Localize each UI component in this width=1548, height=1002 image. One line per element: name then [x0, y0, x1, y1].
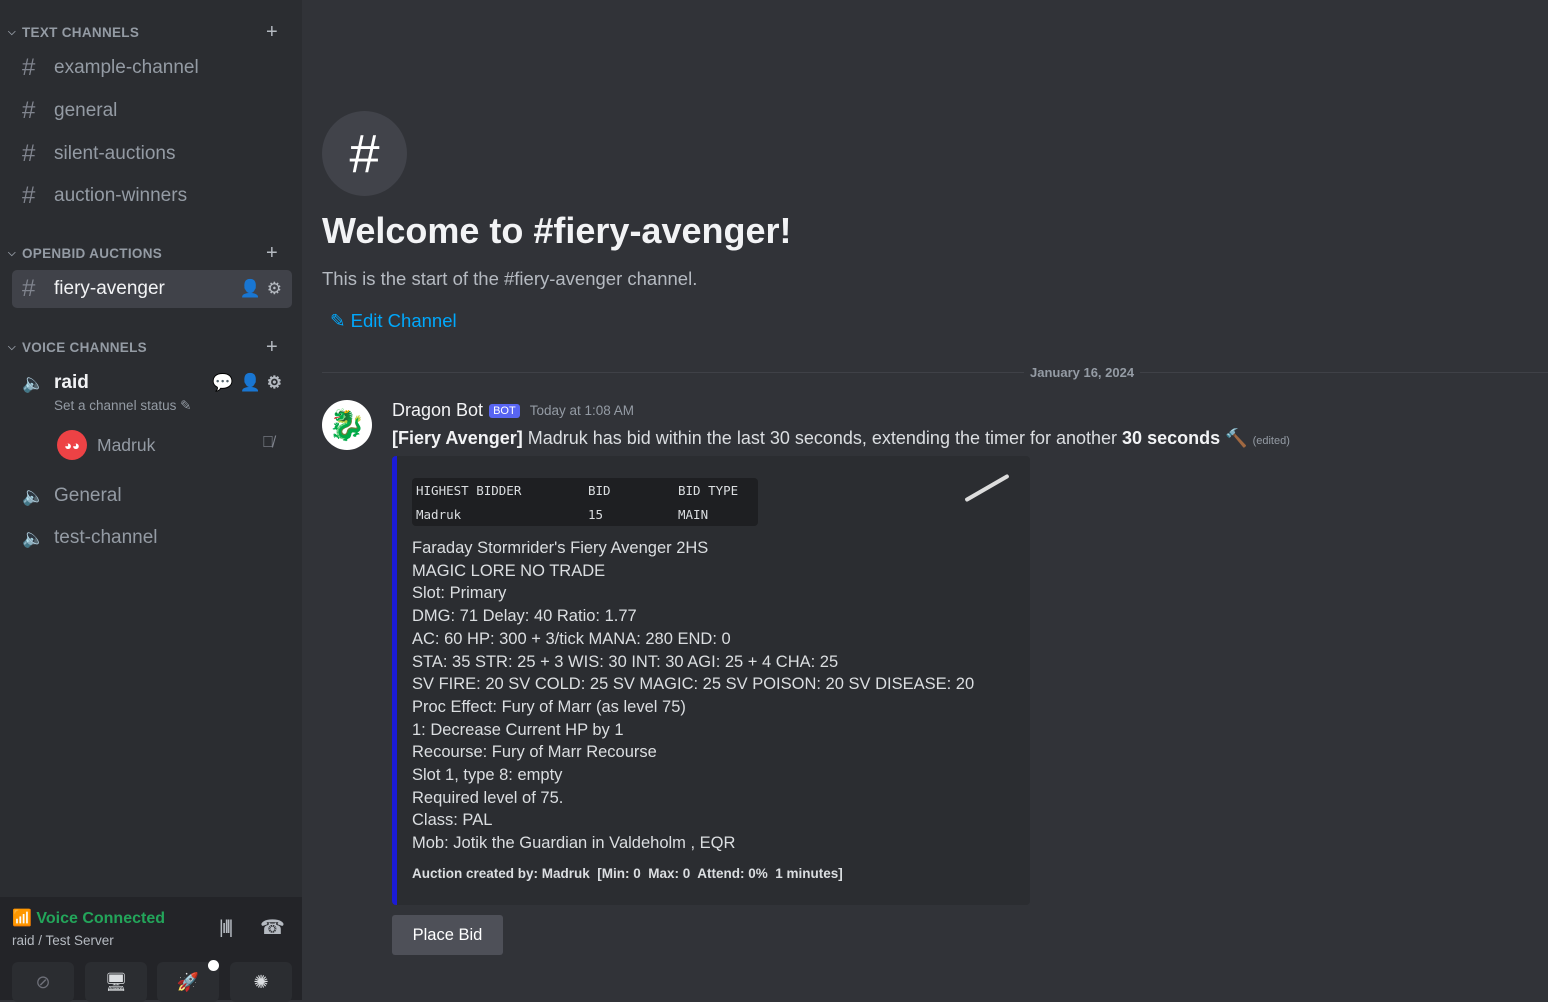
welcome-title: Welcome to #fiery-avenger!	[322, 210, 792, 251]
channel-fiery-avenger[interactable]: # fiery-avenger 👤 ⚙	[12, 270, 292, 308]
embed-footer: Auction created by: Madruk [Min: 0 Max: …	[412, 866, 843, 881]
voice-channel-test[interactable]: 🔈 test-channel	[12, 519, 292, 557]
channel-auction-winners[interactable]: # auction-winners	[12, 177, 292, 215]
hash-icon: #	[22, 182, 36, 209]
speaker-icon: 🔈	[22, 527, 45, 548]
item-line: Mob: Jotik the Guardian in Valdeholm , E…	[412, 834, 736, 853]
chat-icon[interactable]: 💬	[212, 373, 233, 393]
gear-icon[interactable]: ⚙	[267, 373, 282, 393]
table-cell: MAIN	[678, 506, 709, 522]
pencil-icon: ✎	[180, 398, 192, 413]
chevron-down-icon: ⌵	[8, 341, 16, 353]
channel-example-channel[interactable]: # example-channel	[12, 49, 292, 87]
author-name[interactable]: Dragon Bot	[392, 400, 483, 421]
notification-dot	[208, 960, 219, 971]
bot-avatar[interactable]: 🐉	[322, 400, 372, 450]
invite-icon[interactable]: 👤	[240, 373, 261, 393]
sword-thumbnail[interactable]	[964, 473, 1010, 503]
item-line: 1: Decrease Current HP by 1	[412, 720, 624, 739]
screen-share-button[interactable]: 🖥	[85, 962, 147, 1002]
chevron-down-icon: ⌵	[8, 26, 16, 38]
edit-channel-link[interactable]: ✎ Edit Channel	[330, 310, 457, 332]
category-openbid[interactable]: ⌵ OPENBID AUCTIONS +	[8, 242, 292, 265]
timestamp: Today at 1:08 AM	[529, 403, 635, 418]
voice-channel-general[interactable]: 🔈 General	[12, 477, 292, 515]
chevron-down-icon: ⌵	[8, 247, 16, 259]
item-line: Slot: Primary	[412, 584, 507, 603]
item-line: AC: 60 HP: 300 + 3/tick MANA: 280 END: 0	[412, 629, 731, 648]
date-label: January 16, 2024	[1024, 365, 1141, 380]
pencil-icon: ✎	[330, 310, 346, 331]
disconnect-icon[interactable]: ☎	[260, 915, 285, 940]
channel-general[interactable]: # general	[12, 92, 292, 130]
mic-muted-icon: 🎙̸	[262, 434, 274, 451]
hash-icon: #	[22, 97, 36, 124]
channel-silent-auctions[interactable]: # silent-auctions	[12, 135, 292, 173]
item-line: Recourse: Fury of Marr Recourse	[412, 743, 657, 762]
item-line: Slot 1, type 8: empty	[412, 766, 563, 785]
channel-hash-icon: #	[322, 111, 407, 196]
noise-suppression-icon[interactable]: |ıll|	[219, 917, 233, 938]
item-line: Required level of 75.	[412, 788, 564, 807]
table-header: HIGHEST BIDDER	[416, 482, 522, 498]
table-header: BID TYPE	[678, 482, 739, 498]
speaker-icon: 🔈	[22, 372, 45, 393]
item-line: Proc Effect: Fury of Marr (as level 75)	[412, 697, 686, 716]
bid-table: HIGHEST BIDDER BID BID TYPE Madruk 15 MAIN	[412, 478, 758, 526]
camera-off-button[interactable]: ⊘	[12, 962, 74, 1002]
message-prefix: [Fiery Avenger]	[392, 428, 523, 448]
gavel-icon: 🔨	[1225, 428, 1248, 448]
voice-location[interactable]: raid / Test Server	[12, 933, 114, 948]
voice-channel-raid[interactable]: 🔈 raid 💬 👤 ⚙	[12, 364, 292, 402]
category-voice[interactable]: ⌵ VOICE CHANNELS +	[8, 336, 292, 359]
item-line: DMG: 71 Delay: 40 Ratio: 1.77	[412, 607, 637, 626]
channel-status[interactable]: Set a channel status ✎	[54, 398, 191, 414]
bot-badge: BOT	[489, 403, 520, 418]
welcome-subtitle: This is the start of the #fiery-avenger …	[322, 268, 698, 289]
voice-member-madruk[interactable]: ◕◕ Madruk	[57, 430, 155, 460]
speaker-icon: 🔈	[22, 485, 45, 506]
table-cell: Madruk	[416, 506, 462, 522]
place-bid-button[interactable]: Place Bid	[392, 915, 503, 955]
table-cell: 15	[588, 506, 604, 522]
hash-icon: #	[22, 54, 36, 81]
item-line: Faraday Stormrider's Fiery Avenger 2HS	[412, 539, 709, 557]
add-channel-icon[interactable]: +	[266, 336, 278, 359]
message-bold: 30 seconds	[1122, 428, 1221, 448]
invite-icon[interactable]: 👤	[240, 279, 261, 299]
item-line: MAGIC LORE NO TRADE	[412, 561, 606, 580]
date-divider	[322, 372, 1548, 373]
add-channel-icon[interactable]: +	[266, 242, 278, 265]
item-line: STA: 35 STR: 25 + 3 WIS: 30 INT: 30 AGI:…	[412, 652, 839, 671]
hash-icon: #	[22, 140, 36, 167]
soundboard-button[interactable]: ✺	[230, 962, 292, 1002]
item-line: SV FIRE: 20 SV COLD: 25 SV MAGIC: 25 SV …	[412, 675, 975, 694]
add-channel-icon[interactable]: +	[266, 21, 278, 44]
item-description: Faraday Stormrider's Fiery Avenger 2HS M…	[412, 537, 974, 855]
signal-icon: 📶	[12, 910, 32, 927]
message-header: Dragon Bot BOT Today at 1:08 AM	[392, 400, 634, 421]
message-text: Madruk has bid within the last 30 second…	[522, 428, 1123, 448]
avatar: ◕◕	[57, 430, 87, 460]
hash-icon: #	[22, 275, 36, 302]
channel-sidebar: ⌵ TEXT CHANNELS + # example-channel # genera…	[0, 0, 302, 1002]
auction-embed: HIGHEST BIDDER BID BID TYPE Madruk 15 MAIN F…	[392, 456, 1030, 905]
edited-label: (edited)	[1252, 435, 1290, 447]
voice-status[interactable]: 📶 Voice Connected	[12, 908, 165, 928]
category-text-channels[interactable]: ⌵ TEXT CHANNELS +	[8, 21, 292, 44]
table-header: BID	[588, 482, 611, 498]
item-line: Class: PAL	[412, 811, 493, 830]
message-content: [Fiery Avenger] Madruk has bid within th…	[392, 428, 1290, 449]
gear-icon[interactable]: ⚙	[267, 279, 282, 299]
